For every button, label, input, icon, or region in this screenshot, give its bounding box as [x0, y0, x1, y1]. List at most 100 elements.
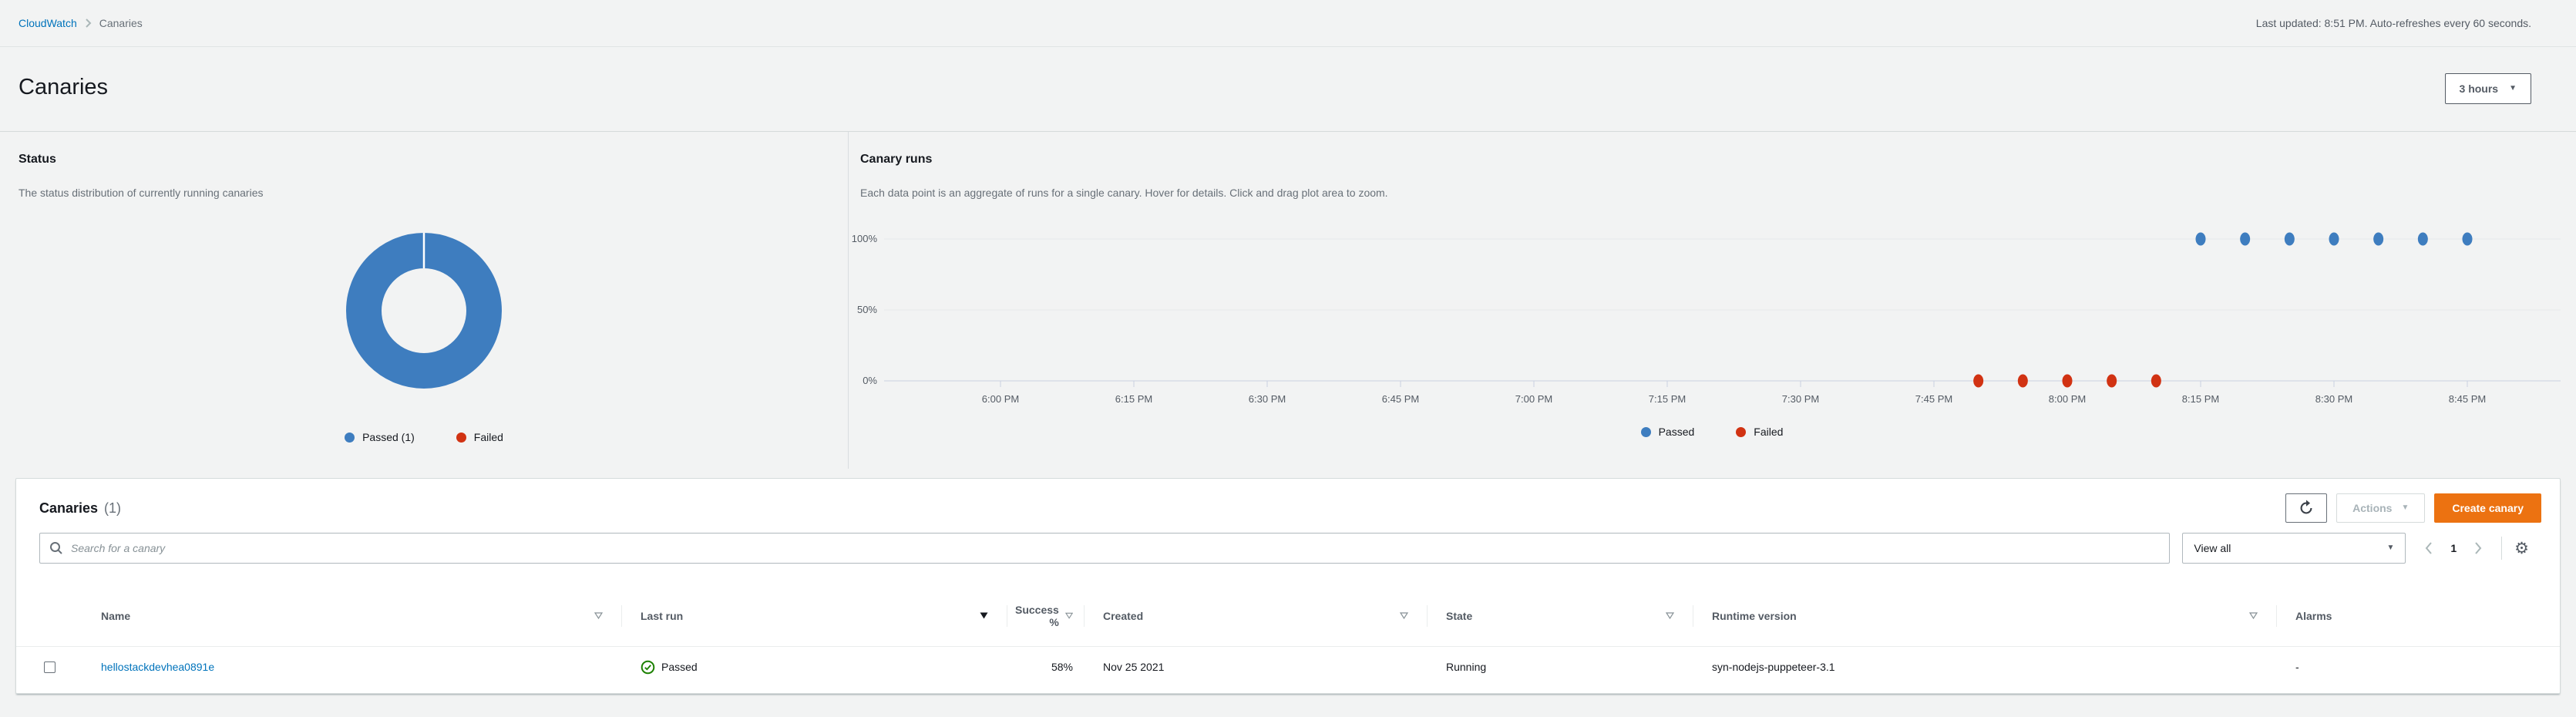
svg-text:7:00 PM: 7:00 PM: [1515, 393, 1552, 405]
column-header-runtime-version[interactable]: Runtime version: [1693, 585, 2276, 646]
svg-text:8:30 PM: 8:30 PM: [2315, 393, 2352, 405]
table-settings-gear-icon[interactable]: ⚙︎: [2514, 540, 2529, 557]
card-count: (1): [104, 500, 122, 516]
legend-item-failed: Failed: [1736, 426, 1783, 438]
table-header-row: Name Last run Success % Created State Ru…: [16, 585, 2560, 647]
status-donut-chart: [343, 230, 505, 396]
row-alarms-cell: -: [2295, 661, 2299, 673]
status-legend: Passed (1) Failed: [18, 431, 829, 443]
select-all-column: [16, 585, 86, 646]
card-title-text: Canaries: [39, 500, 99, 516]
row-checkbox[interactable]: [44, 661, 55, 673]
breadcrumb-canaries: Canaries: [99, 17, 143, 29]
last-run-status-text: Passed: [661, 661, 698, 673]
svg-text:7:15 PM: 7:15 PM: [1649, 393, 1686, 405]
chevron-down-icon: ▼: [2509, 84, 2517, 93]
column-label: State: [1446, 609, 1473, 622]
failed-dot-icon: [1736, 426, 1747, 437]
canaries-table: Name Last run Success % Created State Ru…: [16, 585, 2560, 687]
sort-icon: [1666, 612, 1674, 619]
passed-check-icon: [641, 660, 655, 674]
svg-text:6:00 PM: 6:00 PM: [982, 393, 1019, 405]
passed-dot-icon: [1640, 426, 1651, 437]
legend-passed-label: Passed (1): [362, 431, 415, 443]
column-header-success[interactable]: Success %: [1007, 585, 1084, 646]
column-header-state[interactable]: State: [1427, 585, 1693, 646]
column-label: Alarms: [2295, 609, 2332, 622]
breadcrumb: CloudWatch Canaries: [18, 17, 143, 29]
column-header-name[interactable]: Name: [86, 585, 621, 646]
sort-icon: [1400, 612, 1408, 619]
row-name-cell: hellostackdevhea0891e: [86, 661, 621, 673]
canaries-card: Canaries (1) Actions ▼ Create canary Sea…: [15, 478, 2561, 694]
time-range-dropdown[interactable]: 3 hours ▼: [2444, 73, 2531, 104]
svg-text:7:45 PM: 7:45 PM: [1915, 393, 1952, 405]
canaries-card-title: Canaries (1): [39, 500, 121, 517]
column-header-last-run[interactable]: Last run: [621, 585, 1007, 646]
sort-icon: [2249, 612, 2258, 619]
actions-dropdown-button[interactable]: Actions ▼: [2336, 493, 2426, 523]
search-box[interactable]: [39, 533, 2171, 564]
sort-icon: [1064, 612, 1073, 619]
passed-dot-icon: [345, 432, 355, 443]
view-filter-value: View all: [2194, 542, 2231, 554]
svg-text:100%: 100%: [852, 233, 878, 244]
canary-runs-legend: Passed Failed: [848, 426, 2576, 438]
canary-name-link[interactable]: hellostackdevhea0891e: [101, 661, 214, 673]
svg-text:8:45 PM: 8:45 PM: [2449, 393, 2486, 405]
svg-text:6:30 PM: 6:30 PM: [1249, 393, 1286, 405]
run-status: Passed: [641, 660, 698, 675]
svg-text:8:00 PM: 8:00 PM: [2049, 393, 2086, 405]
previous-page-button[interactable]: [2424, 541, 2433, 555]
next-page-button[interactable]: [2473, 541, 2483, 555]
pagination: 1: [2418, 541, 2489, 555]
table-row: hellostackdevhea0891e Passed 58% Nov 25 …: [16, 647, 2560, 687]
search-input[interactable]: [71, 542, 2161, 554]
column-label: Last run: [641, 609, 684, 622]
refresh-button[interactable]: [2285, 493, 2328, 523]
actions-label: Actions: [2352, 502, 2393, 514]
page-title: Canaries: [18, 75, 109, 99]
last-updated-text: Last updated: 8:51 PM. Auto-refreshes ev…: [2255, 17, 2531, 29]
breadcrumb-chevron-icon: [85, 18, 92, 29]
chevron-down-icon: ▼: [2386, 544, 2395, 552]
column-header-created[interactable]: Created: [1084, 585, 1427, 646]
row-success-cell: 58%: [1051, 661, 1073, 673]
row-state-cell: Running: [1446, 661, 1487, 673]
svg-text:8:15 PM: 8:15 PM: [2182, 393, 2219, 405]
legend-item-passed: Passed (1): [345, 431, 415, 443]
create-canary-button[interactable]: Create canary: [2434, 493, 2541, 523]
column-label: Name: [101, 609, 131, 622]
refresh-icon: [2300, 500, 2312, 514]
svg-text:6:45 PM: 6:45 PM: [1382, 393, 1419, 405]
row-select-cell: [16, 661, 86, 673]
page-number[interactable]: 1: [2450, 542, 2457, 554]
legend-passed-label: Passed: [1658, 426, 1695, 438]
canary-runs-panel: Canary runs Each data point is an aggreg…: [860, 131, 2561, 199]
table-filter-row: View all ▼ 1 ⚙︎: [16, 533, 2560, 564]
legend-failed-label: Failed: [473, 431, 503, 443]
cloudwatch-canaries-page: { "header": { "breadcrumb": [ { "label":…: [0, 0, 2576, 717]
breadcrumb-cloudwatch-link[interactable]: CloudWatch: [18, 17, 77, 29]
create-canary-label: Create canary: [2452, 502, 2524, 514]
canaries-card-header: Canaries (1) Actions ▼ Create canary: [16, 491, 2560, 525]
view-filter-dropdown[interactable]: View all ▼: [2182, 533, 2406, 564]
column-label: Success %: [1014, 603, 1059, 628]
legend-item-failed: Failed: [456, 431, 503, 443]
row-created-cell: Nov 25 2021: [1103, 661, 1165, 673]
card-header-actions: Actions ▼ Create canary: [2285, 493, 2541, 523]
status-panel: Status The status distribution of curren…: [18, 131, 829, 443]
svg-text:0%: 0%: [863, 375, 877, 386]
legend-item-passed: Passed: [1640, 426, 1695, 438]
time-range-label: 3 hours: [2459, 82, 2499, 95]
canary-runs-title: Canary runs: [860, 153, 933, 166]
row-last-run-cell: Passed: [621, 660, 1007, 675]
svg-text:50%: 50%: [857, 304, 877, 315]
svg-text:6:15 PM: 6:15 PM: [1115, 393, 1152, 405]
status-description: The status distribution of currently run…: [18, 187, 264, 199]
legend-failed-label: Failed: [1754, 426, 1784, 438]
status-title: Status: [18, 153, 56, 166]
canary-runs-chart[interactable]: 100% 50% 0% 6:00 PM 6:15 PM 6:30 PM 6:45 PM 7:0…: [848, 224, 2576, 424]
sort-desc-icon: [980, 612, 988, 619]
column-header-alarms: Alarms: [2276, 585, 2560, 646]
